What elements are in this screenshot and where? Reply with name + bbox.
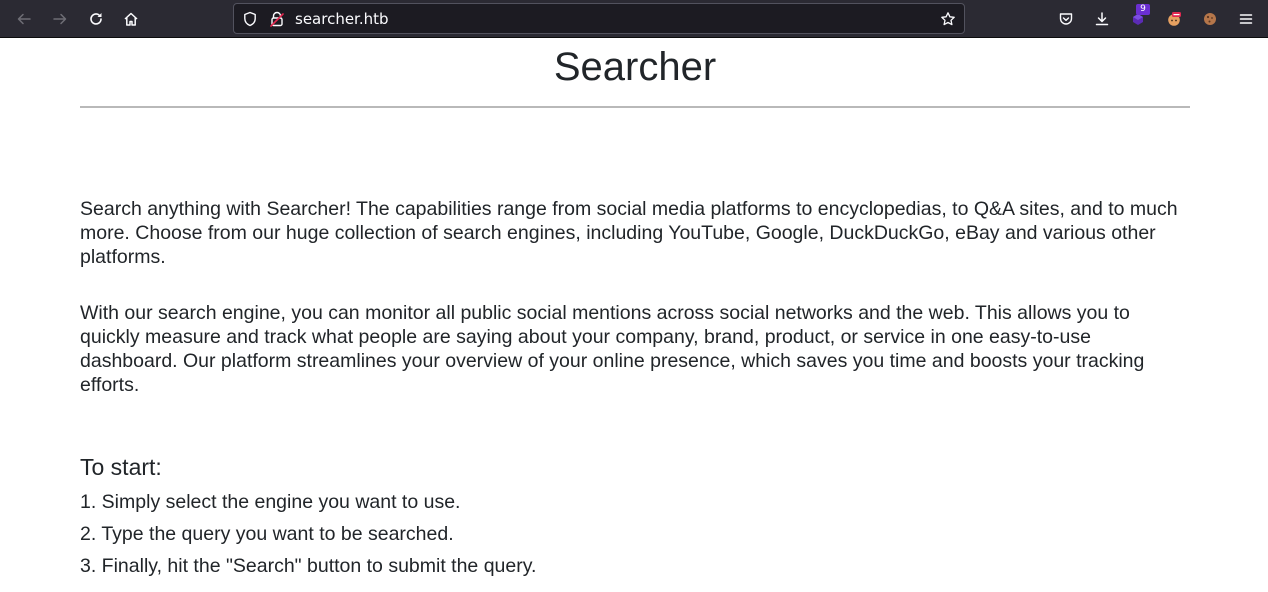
bookmark-button[interactable] <box>940 11 956 27</box>
extension-badge-count: 9 <box>1136 4 1150 15</box>
back-button[interactable] <box>10 5 38 33</box>
url-text[interactable]: searcher.htb <box>295 10 389 28</box>
url-bar[interactable]: searcher.htb <box>233 3 965 34</box>
forward-arrow-icon <box>53 13 67 25</box>
reload-icon <box>90 13 102 25</box>
step-item: 1. Simply select the engine you want to … <box>80 491 461 513</box>
cookie-icon <box>1204 13 1216 25</box>
intro-paragraph: Search anything with Searcher! The capab… <box>80 198 1178 268</box>
pocket-icon <box>1059 13 1073 25</box>
star-icon <box>941 12 955 26</box>
downloads-button[interactable] <box>1088 5 1116 33</box>
monitoring-paragraph: With our search engine, you can monitor … <box>80 302 1145 396</box>
back-arrow-icon <box>17 13 31 25</box>
tracking-protection-button[interactable] <box>242 11 258 27</box>
menu-button[interactable] <box>1232 5 1260 33</box>
shield-icon <box>244 11 256 27</box>
face-extension-icon <box>1168 12 1181 26</box>
hamburger-menu-icon <box>1239 14 1253 24</box>
browser-toolbar: searcher.htb 9 <box>0 0 1268 38</box>
start-heading: To start: <box>80 454 162 480</box>
step-item: 2. Type the query you want to be searche… <box>80 523 454 545</box>
step-item: 3. Finally, hit the "Search" button to s… <box>80 555 537 577</box>
page-title: Searcher <box>553 45 717 89</box>
extension-button-3[interactable] <box>1196 5 1224 33</box>
reload-button[interactable] <box>82 5 110 33</box>
insecure-lock-icon <box>270 11 284 27</box>
site-info-button[interactable] <box>269 11 285 27</box>
home-icon <box>124 12 138 26</box>
home-button[interactable] <box>117 5 145 33</box>
extension-button-2[interactable] <box>1160 5 1188 33</box>
forward-button[interactable] <box>46 5 74 33</box>
pocket-button[interactable] <box>1052 5 1080 33</box>
title-divider <box>80 106 1190 108</box>
download-icon <box>1095 12 1109 26</box>
